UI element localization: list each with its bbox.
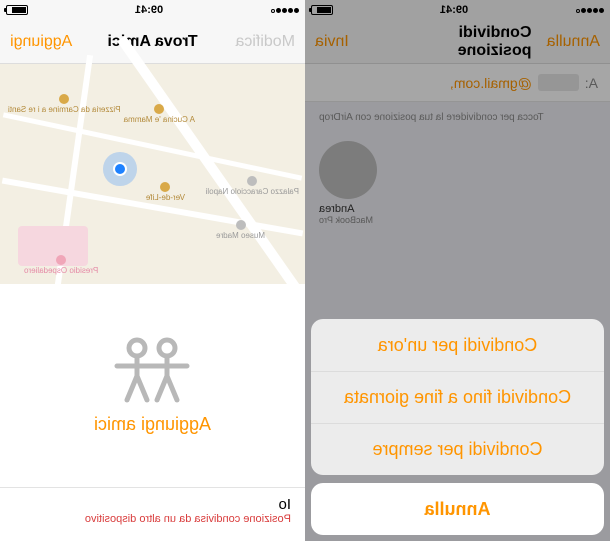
status-time: 09:41: [135, 4, 163, 16]
recipient-email-suffix: @gmail.com,: [450, 75, 532, 91]
add-button[interactable]: Aggiungi: [10, 33, 80, 51]
poi-cucina[interactable]: A Cucina 'e Mamma: [124, 104, 195, 125]
battery-icon: [6, 5, 28, 15]
me-row[interactable]: Io Posizione condivisa da un altro dispo…: [0, 487, 305, 541]
empty-friends: Aggiungi amici: [0, 284, 305, 487]
edit-button[interactable]: Modifica: [225, 33, 295, 51]
airdrop-contact-name: Andrea: [319, 203, 596, 215]
send-button[interactable]: Invia: [315, 33, 384, 51]
airdrop-hint: Tocca per condividere la tua posizione c…: [305, 102, 610, 133]
poi-verdelife[interactable]: Ver-de-Life: [146, 182, 185, 203]
battery-icon: [311, 5, 333, 15]
cancel-button[interactable]: Annulla: [531, 33, 600, 51]
recipient-redacted: [538, 74, 579, 91]
status-bar: 09:41: [0, 0, 305, 20]
nav-title: Condividi posizione: [384, 24, 532, 60]
add-friends-button[interactable]: Aggiungi amici: [94, 414, 211, 435]
find-friends-screen: 09:41 Modifica Trova Amici Aggiungi Pizz…: [0, 0, 305, 541]
share-location-screen: 09:41 Annulla Condividi posizione Invia …: [305, 0, 610, 541]
me-name: Io: [14, 496, 291, 513]
share-duration-action-sheet: Condividi per un'ora Condividi fino a fi…: [311, 319, 604, 535]
signal-dots-icon: [270, 4, 299, 16]
share-one-hour-button[interactable]: Condividi per un'ora: [311, 319, 604, 371]
signal-dots-icon: [575, 4, 604, 16]
poi-pizzeria[interactable]: Pizzeria da Carmine a i re Santi: [8, 94, 121, 115]
map[interactable]: Pizzeria da Carmine a i re Santi A Cucin…: [0, 64, 305, 284]
airdrop-contact[interactable]: Andrea MacBook Pro: [305, 141, 610, 225]
avatar: [319, 141, 377, 199]
poi-hospital[interactable]: Presidio Ospedaliero: [24, 255, 98, 276]
share-end-of-day-button[interactable]: Condividi fino a fine giornata: [311, 371, 604, 423]
nav-bar: Annulla Condividi posizione Invia: [305, 20, 610, 64]
current-location-dot: [113, 162, 127, 176]
nav-bar: Modifica Trova Amici Aggiungi: [0, 20, 305, 64]
action-sheet-cancel-button[interactable]: Annulla: [311, 483, 604, 535]
poi-caracciolo[interactable]: Palazzo Caracciolo Napoli: [206, 176, 299, 197]
status-time: 09:41: [440, 4, 468, 16]
to-label: A:: [585, 75, 598, 91]
friends-icon: [108, 336, 198, 406]
to-field[interactable]: A: @gmail.com,: [305, 64, 610, 102]
airdrop-contact-device: MacBook Pro: [319, 215, 596, 225]
status-bar: 09:41: [305, 0, 610, 20]
poi-madre[interactable]: Museo Madre: [216, 220, 265, 241]
me-subtitle: Posizione condivisa da un altro disposit…: [14, 513, 291, 525]
share-indefinitely-button[interactable]: Condividi per sempre: [311, 423, 604, 475]
